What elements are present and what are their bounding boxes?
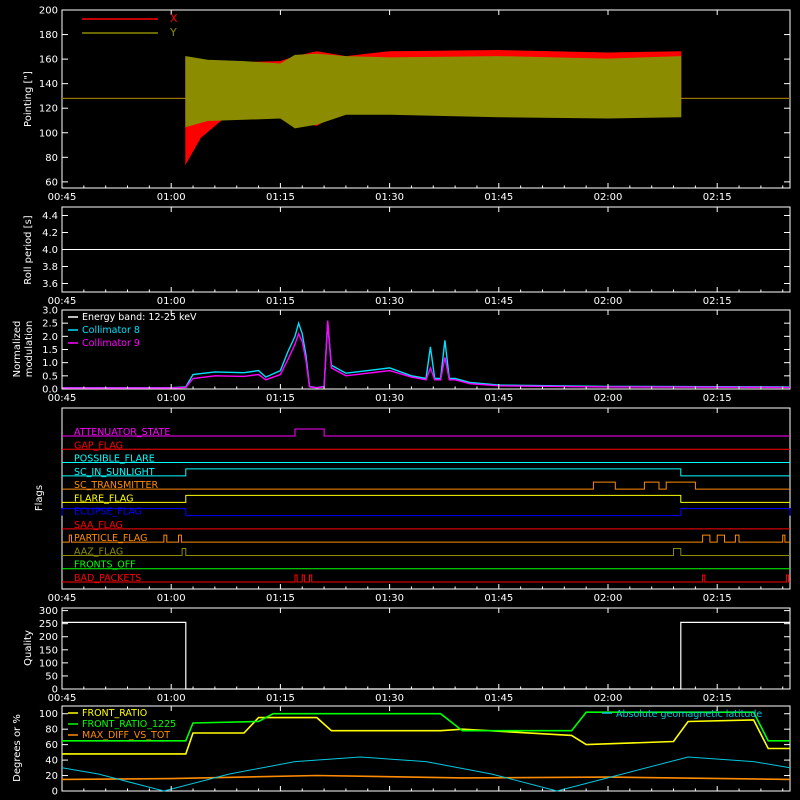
flags-ylabel: Flags: [34, 485, 45, 511]
quality-ytick-label: 300: [39, 606, 58, 617]
quality-xtick-label: 01:00: [157, 693, 186, 704]
modulation-ytick-label: 1.5: [42, 345, 58, 356]
flags-xtick-label: 02:15: [703, 593, 732, 604]
modulation-xtick-label: 01:15: [266, 393, 295, 404]
legend-col9-label: Collimator 9: [82, 338, 140, 349]
quality-ytick-label: 50: [45, 671, 58, 682]
roll-ytick-label: 4.4: [42, 211, 58, 222]
flags-xtick-label: 01:15: [266, 593, 295, 604]
observation-summary-chart: 6080100120140160180200 00:45 01:00 01:15 01…: [0, 0, 800, 800]
legend-front-ratio-label: FRONT_RATIO: [82, 708, 147, 719]
flag-attenuator-state-label: ATTENUATOR_STATE: [74, 427, 170, 438]
quality-xtick-label: 02:00: [594, 693, 623, 704]
roll-xtick-label: 01:00: [157, 296, 186, 307]
modulation-ytick-label: 1.0: [42, 358, 58, 369]
flags-xtick-label: 01:00: [157, 593, 186, 604]
quality-ytick-label: 150: [39, 645, 58, 656]
roll-xtick-label: 01:15: [266, 296, 295, 307]
geo-ytick-label: 60: [45, 740, 58, 751]
pointing-xtick-label: 01:00: [157, 192, 186, 203]
roll-ylabel: Roll period [s]: [23, 215, 34, 284]
pointing-xtick-label: 01:15: [266, 192, 295, 203]
roll-ytick-label: 4.2: [42, 228, 58, 239]
modulation-xtick-label: 01:45: [484, 393, 513, 404]
flag-eclipse-flag-label: ECLIPSE_FLAG: [74, 507, 142, 518]
flag-fronts-off-label: FRONTS_OFF: [74, 560, 136, 571]
modulation-ylabel-1: Normalized: [12, 321, 23, 378]
quality-xtick-label: 01:15: [266, 693, 295, 704]
pointing-ytick-label: 100: [39, 128, 58, 139]
modulation-ytick-label: 2.5: [42, 319, 58, 330]
pointing-ytick-label: 140: [39, 79, 58, 90]
geo-ytick-label: 0: [52, 787, 58, 798]
quality-ytick-label: 250: [39, 619, 58, 630]
pointing-xtick-label: 01:30: [375, 192, 404, 203]
pointing-xtick-label: 02:15: [703, 192, 732, 203]
pointing-xtick-label: 00:45: [48, 192, 77, 203]
pointing-xtick-label: 01:45: [484, 192, 513, 203]
roll-xtick-label: 01:45: [484, 296, 513, 307]
quality-xtick-label: 01:45: [484, 693, 513, 704]
roll-xtick-label: 02:15: [703, 296, 732, 307]
geo-ytick-label: 20: [45, 771, 58, 782]
roll-xtick-label: 02:00: [594, 296, 623, 307]
quality-xtick-label: 00:45: [48, 693, 77, 704]
modulation-xtick-label: 01:30: [375, 393, 404, 404]
modulation-xtick-label: 00:45: [48, 393, 77, 404]
legend-x-label: X: [170, 12, 178, 25]
flag-particle-flag-label: PARTICLE_FLAG: [74, 533, 147, 544]
geo-ytick-label: 80: [45, 725, 58, 736]
modulation-xtick-label: 01:00: [157, 393, 186, 404]
flag-gap-flag-label: GAP_FLAG: [74, 440, 123, 451]
flag-aaz-flag-label: AAZ_FLAG: [74, 546, 123, 557]
roll-ytick-label: 3.8: [42, 262, 58, 273]
flag-bad-packets-label: BAD_PACKETS: [74, 573, 141, 584]
flag-sc-in-sunlight-label: SC_IN_SUNLIGHT: [74, 467, 155, 478]
pointing-xtick-label: 02:00: [594, 192, 623, 203]
legend-geolat-label: Absolute geomagnetic latitude: [616, 709, 762, 720]
modulation-xtick-label: 02:00: [594, 393, 623, 404]
modulation-ytick-label: 2.0: [42, 332, 58, 343]
modulation-ylabel-2: modulation: [24, 321, 35, 378]
quality-xtick-label: 02:15: [703, 693, 732, 704]
quality-ytick-label: 200: [39, 632, 58, 643]
flags-xtick-label: 02:00: [594, 593, 623, 604]
legend-y-label: Y: [169, 26, 177, 39]
pointing-ytick-label: 160: [39, 55, 58, 66]
roll-xtick-label: 01:30: [375, 296, 404, 307]
modulation-xtick-label: 02:15: [703, 393, 732, 404]
geo-ylabel: Degrees or %: [12, 714, 23, 782]
pointing-ytick-label: 200: [39, 6, 58, 17]
roll-ytick-label: 4.0: [42, 245, 58, 256]
flag-sc-transmitter-label: SC_TRANSMITTER: [74, 480, 159, 491]
quality-ytick-label: 100: [39, 658, 58, 669]
legend-col8-label: Collimator 8: [82, 325, 140, 336]
pointing-ytick-label: 80: [45, 153, 58, 164]
flag-saa-flag-label: SAA_FLAG: [74, 520, 123, 531]
flags-xtick-label: 01:30: [375, 593, 404, 604]
legend-front-ratio-1225-label: FRONT_RATIO_1225: [82, 719, 176, 730]
quality-ylabel: Quality: [23, 630, 34, 666]
legend-energy-band: Energy band: 12-25 keV: [82, 312, 197, 323]
geo-ytick-label: 40: [45, 756, 58, 767]
quality-xtick-label: 01:30: [375, 693, 404, 704]
pointing-ytick-label: 180: [39, 30, 58, 41]
modulation-ytick-label: 0.5: [42, 371, 58, 382]
geo-ytick-label: 100: [39, 709, 58, 720]
legend-max-diff-label: MAX_DIFF_VS_TOT: [82, 730, 170, 741]
pointing-ytick-label: 60: [45, 177, 58, 188]
flag-flare-flag-label: FLARE_FLAG: [74, 493, 134, 504]
modulation-ytick-label: 3.0: [42, 306, 58, 317]
flags-xtick-label: 01:45: [484, 593, 513, 604]
flag-possible-flare-label: POSSIBLE_FLARE: [74, 454, 155, 465]
roll-ytick-label: 3.6: [42, 279, 58, 290]
flags-xtick-label: 00:45: [48, 593, 77, 604]
pointing-ytick-label: 120: [39, 104, 58, 115]
pointing-ylabel: Pointing ["]: [23, 71, 34, 127]
